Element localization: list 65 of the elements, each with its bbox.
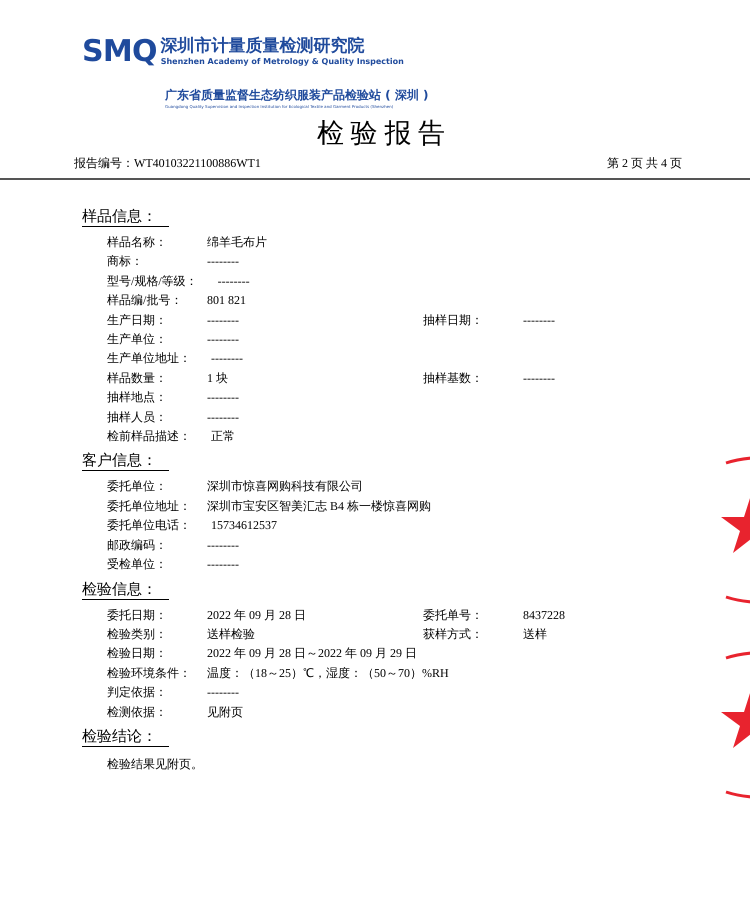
field-label: 样品编/批号： xyxy=(107,292,184,310)
field-value: 1 块 xyxy=(207,370,228,387)
field-value: 801 821 xyxy=(207,292,246,310)
logo-mark: SMQ xyxy=(82,37,157,67)
field-label: 检前样品描述： xyxy=(107,428,191,446)
section-title: 检验信息： xyxy=(82,580,169,600)
field-value: -------- xyxy=(207,253,239,270)
org-name: 深圳市计量质量检测研究院 xyxy=(160,36,366,56)
field-label: 委托单号： xyxy=(423,606,484,624)
section-title: 检验结论： xyxy=(82,728,169,747)
field-value: -------- xyxy=(207,312,239,329)
field-value: 2022 年 09 月 28 日 xyxy=(207,606,306,624)
field-label: 抽样基数： xyxy=(423,370,484,387)
field-label: 获样方式： xyxy=(423,626,484,643)
field-value: 2022 年 09 月 28 日～2022 年 09 月 29 日 xyxy=(207,645,417,662)
field-value: -------- xyxy=(207,536,239,554)
field-label: 抽样地点： xyxy=(107,389,168,406)
field-value: 深圳市宝安区智美汇志 B4 栋一楼惊喜网购 xyxy=(207,498,432,515)
field-label: 抽样人员： xyxy=(107,408,168,426)
field-value: 正常 xyxy=(211,428,235,446)
field-label: 委托单位地址： xyxy=(107,498,187,515)
field-label: 检测依据： xyxy=(107,704,168,721)
section-title: 样品信息： xyxy=(82,208,169,227)
field-label: 商标： xyxy=(107,253,144,270)
field-label: 检验日期： xyxy=(107,645,168,662)
section-title: 客户信息： xyxy=(82,452,169,472)
field-value: 15734612537 xyxy=(211,517,277,534)
field-value: 深圳市惊喜网购科技有限公司 xyxy=(207,478,363,496)
field-label: 判定依据： xyxy=(107,684,168,702)
field-value: -------- xyxy=(207,331,239,348)
field-label: 检验类别： xyxy=(107,626,168,643)
field-label: 委托单位电话： xyxy=(107,517,191,534)
field-value: -------- xyxy=(207,408,239,426)
report-title: 检 验 报 告 xyxy=(316,117,446,150)
field-label: 生产单位地址： xyxy=(107,350,191,368)
field-value: -------- xyxy=(207,684,239,702)
station-name: 广东省质量监督生态纺织服装产品检验站 ( 深圳 ) xyxy=(165,87,430,104)
field-label: 样品数量： xyxy=(107,370,168,387)
field-value: 送样检验 xyxy=(207,626,255,643)
field-value: -------- xyxy=(523,312,555,329)
field-label: 生产日期： xyxy=(107,312,168,329)
field-value: 见附页 xyxy=(207,704,243,721)
field-value: -------- xyxy=(523,370,555,387)
field-value: -------- xyxy=(218,272,250,290)
field-label: 受检单位： xyxy=(107,556,168,574)
field-label: 抽样日期： xyxy=(423,312,484,329)
field-label: 委托日期： xyxy=(107,606,168,624)
field-value: -------- xyxy=(207,389,239,406)
field-label: 委托单位： xyxy=(107,478,168,496)
field-label: 邮政编码： xyxy=(107,536,168,554)
field-value: 送样 xyxy=(523,626,547,643)
field-value: 8437228 xyxy=(523,606,565,624)
conclusion-text: 检验结果见附页。 xyxy=(107,756,203,771)
field-label: 样品名称： xyxy=(107,234,168,251)
field-value: -------- xyxy=(207,556,239,574)
field-value: -------- xyxy=(211,350,243,368)
report-number: WT40103221100886WT1 xyxy=(134,155,261,172)
field-label: 型号/规格/等级： xyxy=(107,272,198,290)
field-label: 生产单位： xyxy=(107,331,168,348)
field-value: 温度：（18～25）℃，湿度：（50～70）%RH xyxy=(207,664,449,682)
field-label: 检验环境条件： xyxy=(107,664,187,682)
field-value: 绵羊毛布片 xyxy=(207,234,267,251)
page-indicator: 第 2 页 共 4 页 xyxy=(607,155,682,172)
org-name-english: Shenzhen Academy of Metrology & Quality Inspection xyxy=(160,56,404,68)
report-number-label: 报告编号： xyxy=(74,155,134,172)
